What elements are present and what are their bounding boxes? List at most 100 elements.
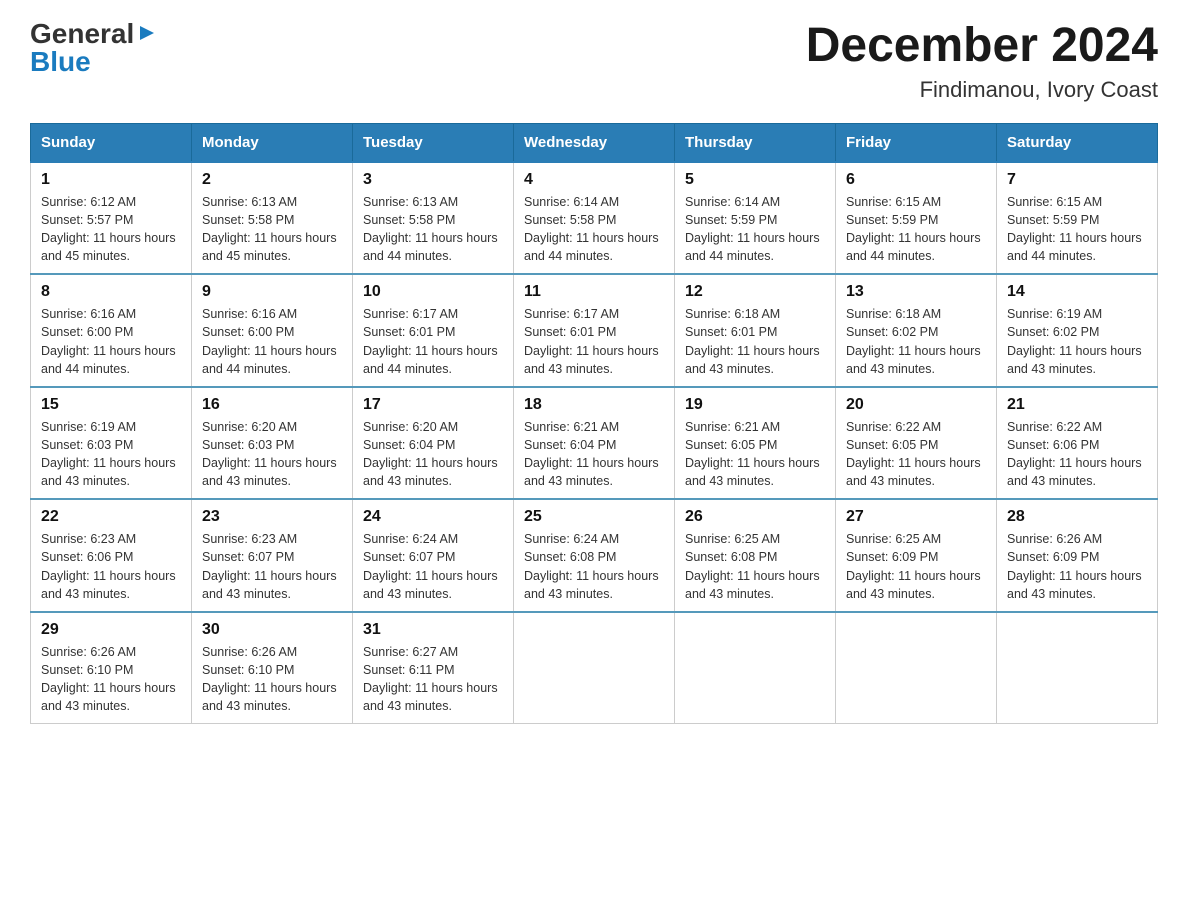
day-info: Sunrise: 6:15 AMSunset: 5:59 PMDaylight:…: [1007, 193, 1147, 266]
sunset-text: Sunset: 5:59 PM: [1007, 211, 1147, 229]
day-number: 29: [41, 621, 181, 639]
sunrise-text: Sunrise: 6:20 AM: [202, 418, 342, 436]
sunrise-text: Sunrise: 6:12 AM: [41, 193, 181, 211]
sunrise-text: Sunrise: 6:18 AM: [846, 305, 986, 323]
day-number: 1: [41, 171, 181, 189]
daylight-text-cont: and 43 minutes.: [363, 697, 503, 715]
day-number: 9: [202, 283, 342, 301]
daylight-text: Daylight: 11 hours hours: [846, 454, 986, 472]
day-info: Sunrise: 6:22 AMSunset: 6:06 PMDaylight:…: [1007, 418, 1147, 491]
sunrise-text: Sunrise: 6:26 AM: [1007, 530, 1147, 548]
day-info: Sunrise: 6:14 AMSunset: 5:58 PMDaylight:…: [524, 193, 664, 266]
logo-blue: Blue: [30, 46, 91, 77]
day-number: 14: [1007, 283, 1147, 301]
sunset-text: Sunset: 5:57 PM: [41, 211, 181, 229]
daylight-text: Daylight: 11 hours hours: [41, 567, 181, 585]
day-info: Sunrise: 6:13 AMSunset: 5:58 PMDaylight:…: [363, 193, 503, 266]
day-info: Sunrise: 6:16 AMSunset: 6:00 PMDaylight:…: [41, 305, 181, 378]
day-info: Sunrise: 6:21 AMSunset: 6:04 PMDaylight:…: [524, 418, 664, 491]
table-row: 9 Sunrise: 6:16 AMSunset: 6:00 PMDaylight…: [192, 274, 353, 387]
daylight-text-cont: and 43 minutes.: [524, 472, 664, 490]
sunrise-text: Sunrise: 6:19 AM: [1007, 305, 1147, 323]
day-number: 2: [202, 171, 342, 189]
day-number: 26: [685, 508, 825, 526]
day-number: 30: [202, 621, 342, 639]
header-row: SundayMondayTuesdayWednesdayThursdayFrid…: [31, 123, 1158, 162]
day-number: 21: [1007, 396, 1147, 414]
daylight-text: Daylight: 11 hours hours: [846, 342, 986, 360]
daylight-text: Daylight: 11 hours hours: [524, 229, 664, 247]
day-number: 16: [202, 396, 342, 414]
day-info: Sunrise: 6:27 AMSunset: 6:11 PMDaylight:…: [363, 643, 503, 716]
daylight-text: Daylight: 11 hours hours: [202, 567, 342, 585]
sunset-text: Sunset: 6:09 PM: [846, 548, 986, 566]
day-number: 27: [846, 508, 986, 526]
week-row-4: 22Sunrise: 6:23 AMSunset: 6:06 PMDayligh…: [31, 499, 1158, 612]
daylight-text-cont: and 44 minutes.: [202, 360, 342, 378]
daylight-text: Daylight: 11 hours hours: [363, 342, 503, 360]
daylight-text-cont: and 44 minutes.: [846, 247, 986, 265]
sunset-text: Sunset: 6:00 PM: [41, 323, 181, 341]
daylight-text: Daylight: 11 hours hours: [846, 567, 986, 585]
day-number: 5: [685, 171, 825, 189]
table-row: [675, 612, 836, 724]
sunrise-text: Sunrise: 6:25 AM: [846, 530, 986, 548]
daylight-text-cont: and 43 minutes.: [363, 585, 503, 603]
header-saturday: Saturday: [997, 123, 1158, 162]
daylight-text-cont: and 44 minutes.: [363, 360, 503, 378]
table-row: 22Sunrise: 6:23 AMSunset: 6:06 PMDayligh…: [31, 499, 192, 612]
table-row: 21 Sunrise: 6:22 AMSunset: 6:06 PMDayligh…: [997, 387, 1158, 500]
day-info: Sunrise: 6:23 AMSunset: 6:07 PMDaylight:…: [202, 530, 342, 603]
calendar-table: SundayMondayTuesdayWednesdayThursdayFrid…: [30, 123, 1158, 725]
sunset-text: Sunset: 6:08 PM: [524, 548, 664, 566]
day-info: Sunrise: 6:16 AMSunset: 6:00 PMDaylight:…: [202, 305, 342, 378]
sunset-text: Sunset: 6:03 PM: [41, 436, 181, 454]
sunset-text: Sunset: 6:06 PM: [41, 548, 181, 566]
week-row-3: 15Sunrise: 6:19 AMSunset: 6:03 PMDayligh…: [31, 387, 1158, 500]
table-row: 3 Sunrise: 6:13 AMSunset: 5:58 PMDaylight…: [353, 162, 514, 275]
day-number: 20: [846, 396, 986, 414]
sunset-text: Sunset: 6:01 PM: [524, 323, 664, 341]
table-row: 24Sunrise: 6:24 AMSunset: 6:07 PMDayligh…: [353, 499, 514, 612]
sunset-text: Sunset: 6:01 PM: [685, 323, 825, 341]
header-thursday: Thursday: [675, 123, 836, 162]
header-wednesday: Wednesday: [514, 123, 675, 162]
daylight-text-cont: and 43 minutes.: [524, 360, 664, 378]
daylight-text-cont: and 43 minutes.: [202, 585, 342, 603]
daylight-text-cont: and 43 minutes.: [41, 585, 181, 603]
daylight-text: Daylight: 11 hours hours: [685, 567, 825, 585]
sunset-text: Sunset: 6:04 PM: [363, 436, 503, 454]
day-info: Sunrise: 6:26 AMSunset: 6:10 PMDaylight:…: [41, 643, 181, 716]
day-number: 3: [363, 171, 503, 189]
daylight-text: Daylight: 11 hours hours: [363, 567, 503, 585]
daylight-text-cont: and 43 minutes.: [846, 360, 986, 378]
table-row: [997, 612, 1158, 724]
sunrise-text: Sunrise: 6:16 AM: [41, 305, 181, 323]
daylight-text-cont: and 43 minutes.: [41, 472, 181, 490]
sunset-text: Sunset: 5:58 PM: [524, 211, 664, 229]
day-number: 28: [1007, 508, 1147, 526]
table-row: 11Sunrise: 6:17 AMSunset: 6:01 PMDayligh…: [514, 274, 675, 387]
sunrise-text: Sunrise: 6:14 AM: [685, 193, 825, 211]
table-row: 12Sunrise: 6:18 AMSunset: 6:01 PMDayligh…: [675, 274, 836, 387]
sunrise-text: Sunrise: 6:15 AM: [846, 193, 986, 211]
table-row: 15Sunrise: 6:19 AMSunset: 6:03 PMDayligh…: [31, 387, 192, 500]
daylight-text-cont: and 43 minutes.: [1007, 585, 1147, 603]
table-row: 14Sunrise: 6:19 AMSunset: 6:02 PMDayligh…: [997, 274, 1158, 387]
daylight-text-cont: and 43 minutes.: [846, 472, 986, 490]
sunset-text: Sunset: 6:00 PM: [202, 323, 342, 341]
sunset-text: Sunset: 6:02 PM: [1007, 323, 1147, 341]
table-row: 16Sunrise: 6:20 AMSunset: 6:03 PMDayligh…: [192, 387, 353, 500]
header-monday: Monday: [192, 123, 353, 162]
sunrise-text: Sunrise: 6:22 AM: [1007, 418, 1147, 436]
daylight-text: Daylight: 11 hours hours: [524, 567, 664, 585]
table-row: 17Sunrise: 6:20 AMSunset: 6:04 PMDayligh…: [353, 387, 514, 500]
day-info: Sunrise: 6:17 AMSunset: 6:01 PMDaylight:…: [524, 305, 664, 378]
daylight-text: Daylight: 11 hours hours: [363, 454, 503, 472]
sunset-text: Sunset: 6:07 PM: [202, 548, 342, 566]
sunrise-text: Sunrise: 6:13 AM: [202, 193, 342, 211]
table-row: 20Sunrise: 6:22 AMSunset: 6:05 PMDayligh…: [836, 387, 997, 500]
table-row: 13Sunrise: 6:18 AMSunset: 6:02 PMDayligh…: [836, 274, 997, 387]
location-title: Findimanou, Ivory Coast: [806, 77, 1158, 103]
table-row: 28Sunrise: 6:26 AMSunset: 6:09 PMDayligh…: [997, 499, 1158, 612]
